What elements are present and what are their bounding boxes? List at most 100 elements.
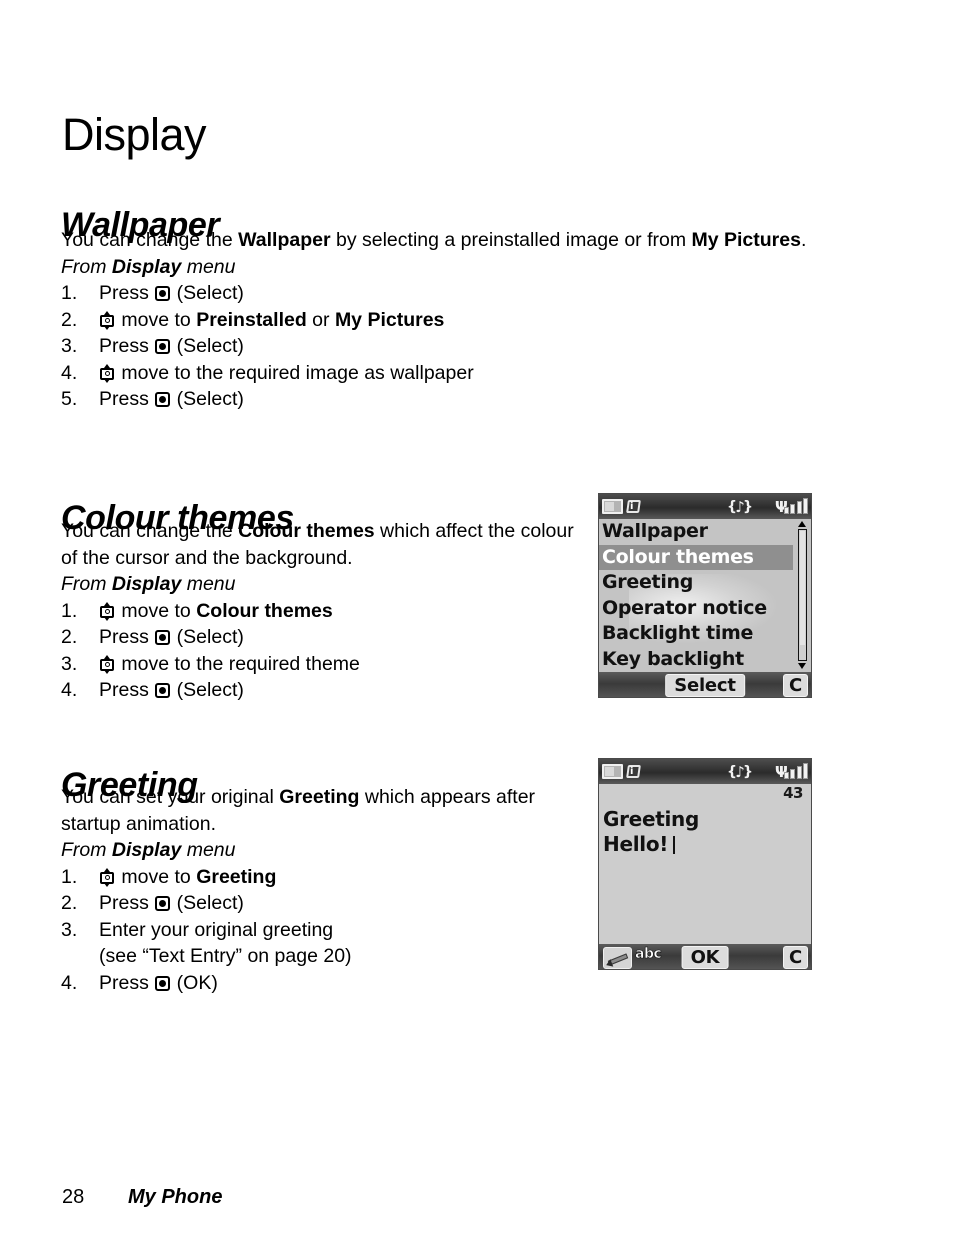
greeting-from-menu-line: From Display menu: [61, 837, 581, 864]
step-number: 2.: [61, 626, 78, 648]
menu-item-operator-notice[interactable]: Operator notice: [599, 596, 793, 622]
status-right-group: {♪} Ψ: [727, 497, 809, 516]
page-footer: 28 My Phone: [62, 1186, 222, 1209]
step-number: 1.: [61, 599, 78, 622]
text-bold-display: Display: [111, 255, 182, 278]
menu-item-greeting[interactable]: Greeting: [599, 570, 793, 596]
softkey-ok-button[interactable]: OK: [681, 945, 729, 969]
text-bold-my-pictures: My Pictures: [691, 229, 801, 251]
select-key-icon: [155, 975, 171, 991]
text-run: Press: [99, 335, 155, 357]
scrollbar-track[interactable]: [798, 529, 807, 661]
scrollbar-thumb[interactable]: [800, 531, 805, 646]
character-counter: 43: [783, 784, 803, 802]
phone-menu-list: Wallpaper Colour themes Greeting Operato…: [599, 519, 793, 672]
colour-themes-steps-list: 1. move to Colour themes 2. Press (Select…: [61, 598, 581, 704]
text-run: (OK): [171, 971, 218, 994]
text-run: move to the required image as wallpaper: [116, 361, 474, 384]
softkey-clear-button[interactable]: C: [782, 945, 808, 969]
text-run: menu: [181, 255, 236, 278]
list-item: 1. Press (Select): [61, 280, 821, 307]
step-number: 3.: [61, 652, 78, 675]
nav-key-icon: [100, 363, 114, 383]
menu-scrollbar[interactable]: [796, 521, 809, 669]
text-bold-display: Display: [111, 839, 182, 861]
entry-line-text[interactable]: Hello!: [599, 832, 811, 857]
info-icon: i: [625, 763, 642, 780]
step-number: 4.: [61, 971, 78, 994]
wallpaper-from-menu-line: From Display menu: [61, 254, 821, 281]
select-key-icon: [155, 286, 171, 301]
scroll-up-arrow-icon[interactable]: [798, 521, 806, 527]
text-run: You can change the: [61, 229, 239, 251]
text-bold-greeting: Greeting: [279, 786, 360, 808]
wallpaper-steps-list: 1. Press (Select) 2. move to Preinstalled…: [61, 280, 821, 413]
list-item: 1. move to Colour themes: [61, 598, 581, 625]
text-bold-colour-themes: Colour themes: [238, 520, 375, 542]
section-body-greeting: You can set your original Greeting which…: [61, 784, 581, 996]
step-number: 1.: [61, 282, 78, 304]
step-number: 2.: [61, 308, 78, 331]
step-number: 5.: [61, 388, 78, 410]
list-item: 3. Press (Select): [61, 333, 821, 360]
phone-text-entry-area[interactable]: 43 Greeting Hello!: [599, 784, 811, 944]
info-icon-badge: i: [630, 766, 634, 777]
entry-line-title: Greeting: [603, 807, 699, 831]
signal-icon: Ψ: [775, 762, 809, 781]
text-run: menu: [181, 573, 236, 595]
pencil-icon[interactable]: [603, 947, 632, 969]
text-run: (Select): [171, 388, 244, 410]
music-icon: {♪}: [727, 497, 753, 516]
menu-item-wallpaper[interactable]: Wallpaper: [599, 519, 793, 545]
text-run: From: [61, 573, 112, 595]
phone-screenshot-greeting-entry: i {♪} Ψ 43 Greeting Hello! abc OK C: [598, 758, 812, 970]
nav-key-icon: [100, 654, 114, 674]
text-cursor-icon: [673, 836, 676, 854]
phone-screenshot-display-menu: i {♪} Ψ Wallpaper Colour themes Greeting…: [598, 493, 812, 698]
nav-key-icon: [100, 867, 114, 887]
battery-icon: [602, 764, 623, 779]
softkey-clear-button[interactable]: C: [782, 673, 808, 697]
list-item: 5. Press (Select): [61, 386, 821, 413]
menu-item-backlight-time[interactable]: Backlight time: [599, 621, 793, 647]
phone-menu-area: Wallpaper Colour themes Greeting Operato…: [599, 519, 811, 672]
list-item: 4. Press (Select): [61, 677, 581, 704]
list-item: 4. move to the required image as wallpap…: [61, 360, 821, 387]
select-key-icon: [155, 392, 171, 407]
status-right-group: {♪} Ψ: [727, 762, 809, 781]
text-run: Enter your original greeting: [99, 918, 334, 941]
text-run: (Select): [171, 282, 244, 304]
select-key-icon: [155, 630, 171, 645]
list-item: 2. Press (Select): [61, 890, 581, 917]
list-item: 3. Enter your original greeting (see “Text…: [61, 917, 581, 970]
scroll-down-arrow-icon[interactable]: [798, 663, 806, 669]
input-mode-indicator: abc: [635, 946, 662, 963]
list-item: 1. move to Greeting: [61, 864, 581, 891]
text-run: You can change the: [61, 520, 239, 542]
list-item: 4. Press (OK): [61, 970, 581, 997]
page-title: Display: [62, 109, 207, 161]
nav-key-icon: [100, 310, 114, 330]
text-run: (Select): [171, 626, 244, 648]
info-icon-badge: i: [630, 501, 634, 512]
step-number: 4.: [61, 679, 78, 701]
menu-item-key-backlight[interactable]: Key backlight: [599, 647, 793, 673]
text-run: move to: [116, 308, 197, 331]
nav-key-icon: [100, 601, 114, 621]
select-key-icon: [155, 339, 171, 354]
list-item: 2. move to Preinstalled or My Pictures: [61, 307, 821, 334]
text-run: Press: [99, 388, 155, 410]
text-bold-colour-themes: Colour themes: [196, 599, 333, 622]
greeting-intro-paragraph: You can set your original Greeting which…: [61, 784, 581, 837]
signal-icon: Ψ: [775, 497, 809, 516]
info-icon: i: [625, 498, 642, 515]
softkey-select-button[interactable]: Select: [665, 673, 745, 697]
text-run: move to: [116, 865, 197, 888]
text-run: Press: [99, 282, 155, 304]
section-body-wallpaper: You can change the Wallpaper by selectin…: [61, 227, 821, 413]
step-number: 3.: [61, 918, 78, 941]
menu-item-colour-themes[interactable]: Colour themes: [599, 544, 793, 570]
text-bold-my-pictures: My Pictures: [334, 308, 445, 331]
status-left-group: i: [602, 763, 642, 780]
text-run: (Select): [171, 892, 244, 914]
